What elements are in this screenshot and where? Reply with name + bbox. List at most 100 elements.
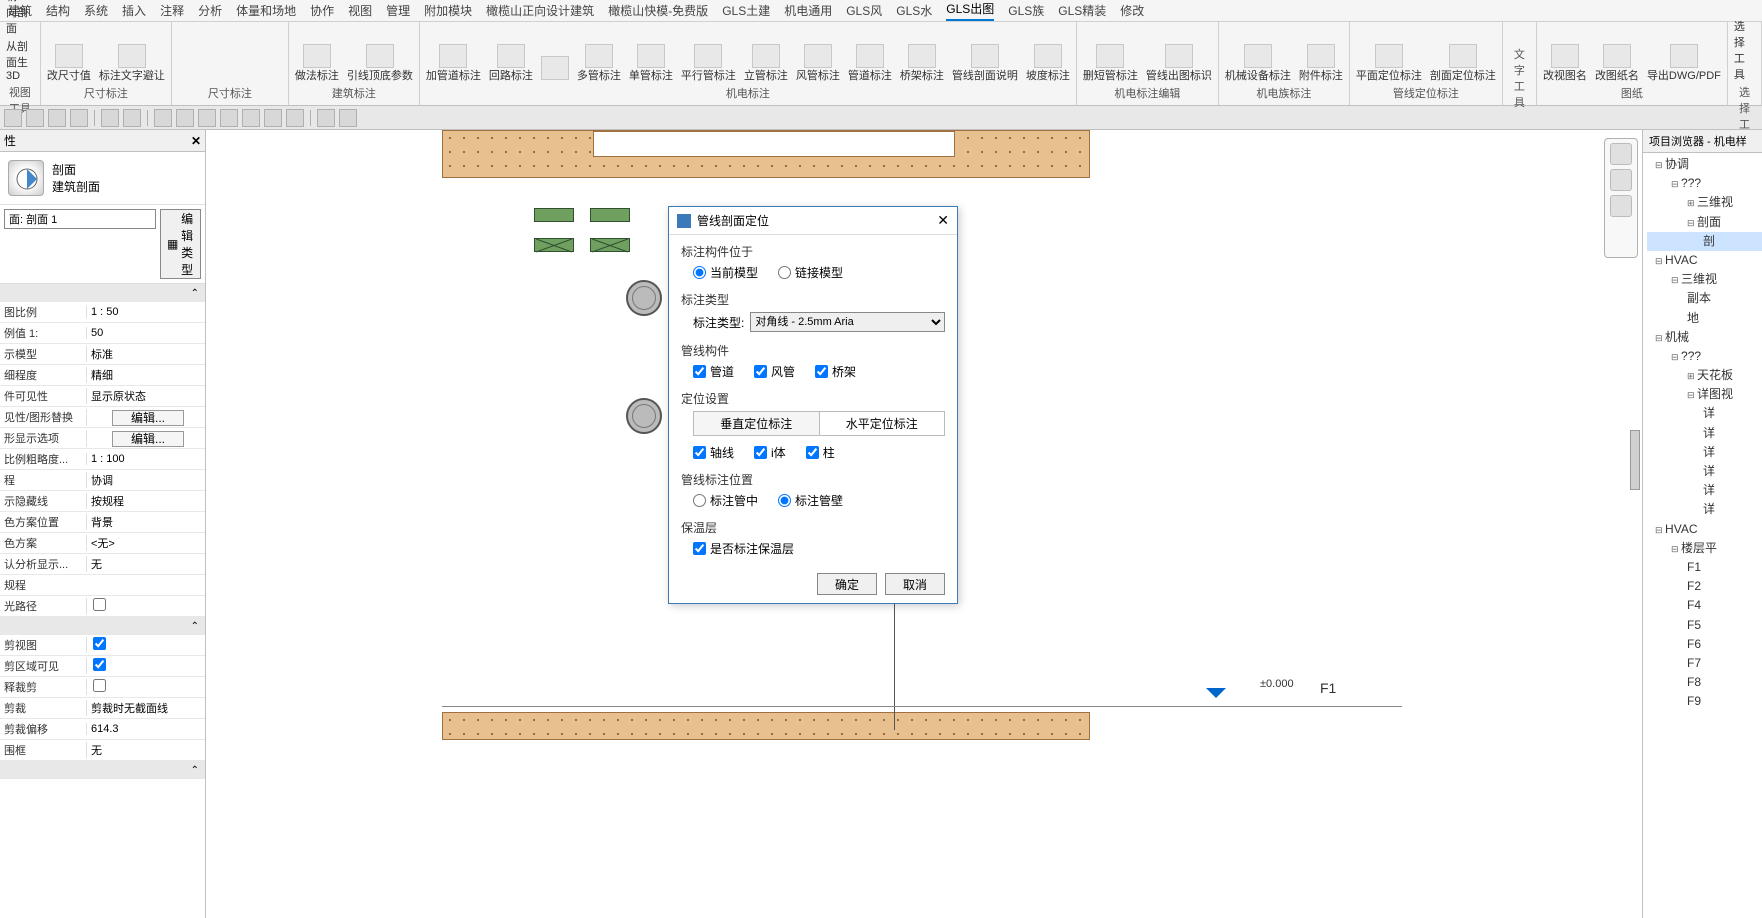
tree-node[interactable]: 剖 [1647,232,1762,251]
close-icon[interactable]: ✕ [937,212,949,229]
menu-item[interactable]: GLS精装 [1058,2,1106,19]
radio-wall[interactable]: 标注管壁 [778,492,843,509]
property-value[interactable]: 剪裁时无截面线 [86,700,205,716]
ribbon-button[interactable]: 改图纸名 [1595,44,1639,82]
tree-node[interactable]: 详 [1647,404,1762,423]
menu-item[interactable]: GLS土建 [722,2,770,19]
property-row[interactable]: 见性/图形替换编辑... [0,407,205,428]
ribbon-small-btn[interactable]: 从剖面生3D [6,38,34,82]
qb-icon[interactable] [101,109,119,127]
ribbon-icon[interactable] [178,62,198,82]
ribbon-button[interactable]: 删短管标注 [1083,44,1138,82]
property-row[interactable]: 释裁剪 [0,677,205,698]
ribbon-button[interactable]: 管线剖面说明 [952,44,1018,82]
tree-node[interactable]: 详 [1647,462,1762,481]
property-row[interactable]: 剪裁偏移614.3 [0,719,205,740]
property-row[interactable]: 光路径 [0,596,205,617]
close-icon[interactable]: ✕ [191,134,201,148]
radio-current-model[interactable]: 当前模型 [693,264,758,281]
property-value[interactable]: 1 : 50 [86,306,205,318]
menu-item[interactable]: 体量和场地 [236,2,296,19]
tree-node[interactable]: 副本 [1647,289,1762,308]
qb-icon[interactable] [198,109,216,127]
nav-icon[interactable] [1610,195,1632,217]
ribbon-icon[interactable] [206,62,226,82]
menu-item[interactable]: 管理 [386,2,410,19]
property-group-header[interactable]: ⌃ [0,617,205,635]
property-row[interactable]: 程协调 [0,470,205,491]
tree-node[interactable]: 详 [1647,443,1762,462]
menu-item[interactable]: GLS水 [896,2,932,19]
property-row[interactable]: 剪视图 [0,635,205,656]
menu-item[interactable]: 橄榄山快模-免费版 [608,2,708,19]
tree-node[interactable]: F4 [1647,596,1762,615]
tree-node[interactable]: 三维视 [1647,193,1762,212]
ribbon-button[interactable]: 改尺寸值 [47,44,91,82]
menu-item[interactable]: 橄榄山正向设计建筑 [486,2,594,19]
property-value[interactable]: 无 [86,556,205,572]
property-value[interactable] [86,658,205,674]
tree-node[interactable]: F9 [1647,692,1762,711]
menu-item[interactable]: GLS风 [846,2,882,19]
qb-icon[interactable] [286,109,304,127]
property-value[interactable] [86,637,205,653]
view-navigator[interactable] [1604,138,1638,258]
menu-item[interactable]: 修改 [1120,2,1144,19]
ribbon-button[interactable]: 加管道标注 [426,44,481,82]
ribbon-button[interactable]: 平面定位标注 [1356,44,1422,82]
property-row[interactable]: 规程 [0,575,205,596]
property-row[interactable]: 件可见性显示原状态 [0,386,205,407]
checkbox-pipe[interactable]: 管道 [693,363,734,380]
ribbon-button[interactable]: 附件标注 [1299,44,1343,82]
qb-icon[interactable] [264,109,282,127]
property-group-header[interactable]: ⌃ [0,761,205,779]
scrollbar-handle[interactable] [1630,430,1640,490]
qb-icon[interactable] [154,109,172,127]
tree-node[interactable]: 详 [1647,424,1762,443]
property-value[interactable]: 按规程 [86,493,205,509]
menu-item[interactable]: 注释 [160,2,184,19]
property-value[interactable]: 614.3 [86,723,205,735]
ribbon-icon[interactable] [234,62,254,82]
tree-node[interactable]: 详 [1647,500,1762,519]
qb-icon[interactable] [339,109,357,127]
ribbon-icon[interactable] [1509,24,1529,44]
property-row[interactable]: 色方案<无> [0,533,205,554]
tree-node[interactable]: 剖面 [1647,213,1762,232]
menu-item[interactable]: 结构 [46,2,70,19]
tree-node[interactable]: F6 [1647,635,1762,654]
ribbon-button[interactable]: 做法标注 [295,44,339,82]
property-value[interactable]: 编辑... [86,409,205,426]
tree-node[interactable]: ??? [1647,174,1762,193]
property-row[interactable]: 剪裁剪裁时无截面线 [0,698,205,719]
property-value[interactable] [86,598,205,614]
menu-item[interactable]: 插入 [122,2,146,19]
property-value[interactable]: 无 [86,742,205,758]
property-value[interactable] [86,679,205,695]
edit-type-button[interactable]: ▦编辑类型 [160,209,201,279]
quick-toolbar[interactable] [0,106,1762,130]
ribbon-button[interactable]: 多管标注 [577,44,621,82]
property-value[interactable]: 显示原状态 [86,388,205,404]
property-row[interactable]: 比例粗略度...1 : 100 [0,449,205,470]
ribbon-button[interactable]: 立管标注 [744,44,788,82]
ribbon-button[interactable]: 管道标注 [848,44,892,82]
properties-type-selector[interactable]: 剖面 建筑剖面 [0,152,205,205]
property-value[interactable]: 编辑... [86,430,205,447]
menu-item[interactable]: 附加模块 [424,2,472,19]
ribbon-button[interactable] [541,56,569,82]
tree-node[interactable]: 机械 [1647,328,1762,347]
ribbon-icon[interactable] [262,62,282,82]
ribbon-small-btn[interactable]: 选择工具 [1734,18,1755,82]
ribbon-button[interactable]: 单管标注 [629,44,673,82]
property-value[interactable]: 1 : 100 [86,453,205,465]
property-row[interactable]: 细程度精细 [0,365,205,386]
dialog-titlebar[interactable]: 管线剖面定位 ✕ [669,207,957,235]
ribbon-button[interactable]: 平行管标注 [681,44,736,82]
ribbon-button[interactable]: 改视图名 [1543,44,1587,82]
location-tabs[interactable]: 垂直定位标注 水平定位标注 [693,411,945,436]
property-value[interactable]: 标准 [86,346,205,362]
property-row[interactable]: 例值 1:50 [0,323,205,344]
property-row[interactable]: 图比例1 : 50 [0,302,205,323]
tree-node[interactable]: 协调 [1647,155,1762,174]
